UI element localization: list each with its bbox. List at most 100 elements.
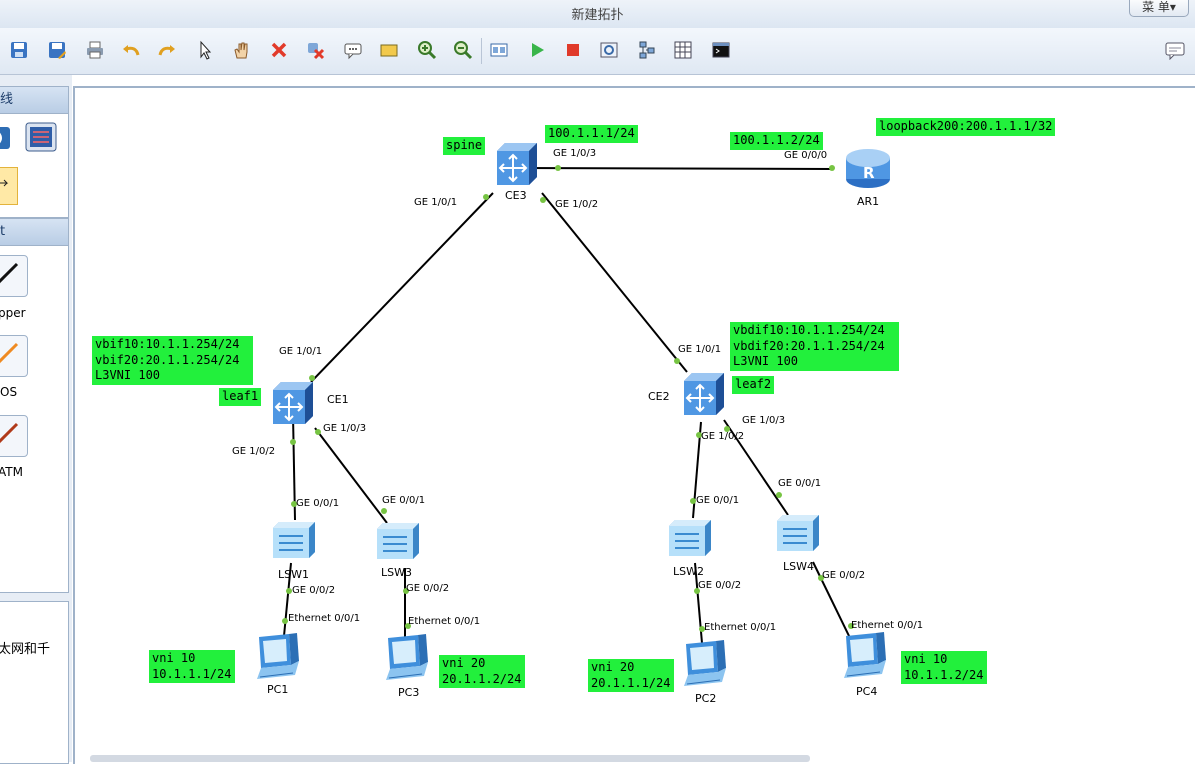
port-label: GE 1/0/1 [414,197,458,208]
pc2-name: PC2 [695,692,717,705]
topology-canvas[interactable]: R CE3 AR1 CE1 CE2 LSW1 LSW3 LSW2 LSW4 PC… [73,86,1195,764]
lsw3-switch-icon[interactable] [375,521,421,567]
zoom-in-icon[interactable] [416,39,438,61]
pc1-icon[interactable] [255,633,305,687]
text-icon[interactable] [342,39,364,61]
grid-icon[interactable] [672,39,694,61]
ce2-name: CE2 [648,390,670,403]
port-label: Ethernet 0/0/1 [851,620,924,631]
zoom-out-icon[interactable] [452,39,474,61]
device-panel: 线 [0,86,69,218]
ce3-name: CE3 [505,189,527,202]
description-panel: 太网和千 [0,601,69,764]
port-label: GE 1/0/2 [701,431,745,442]
capture-icon[interactable] [598,39,620,61]
menu-button[interactable]: 菜 单▾ [1129,0,1189,17]
device-sidebar: 线 t pper OS ATM 太网和千 [0,75,72,764]
port-label: Ethernet 0/0/1 [408,616,481,627]
cable-panel: t pper OS ATM [0,218,69,593]
port-dot [555,165,561,171]
cable-panel-header: t [0,219,68,246]
select-icon[interactable] [194,39,216,61]
port-label: GE 0/0/1 [382,495,426,506]
port-label: GE 0/0/1 [696,495,740,506]
port-dot [483,194,489,200]
port-label: GE 0/0/2 [406,583,450,594]
link-ce3-ce2[interactable] [541,192,688,373]
save-as-icon[interactable] [46,39,68,61]
layout-icon[interactable] [636,39,658,61]
lsw4-name: LSW4 [783,560,814,573]
horizontal-scrollbar[interactable] [90,755,810,762]
atm-cable-label: ATM [0,465,23,479]
lsw2-switch-icon[interactable] [667,518,713,564]
pc4-name: PC4 [856,685,878,698]
port-label: GE 1/0/2 [232,446,276,457]
port-label: Ethernet 0/0/1 [288,613,361,624]
port-label: GE 0/0/2 [822,570,866,581]
device-panel-header: 线 [0,87,68,114]
lsw1-name: LSW1 [278,568,309,581]
start-icon[interactable] [526,39,548,61]
device-category-server-icon[interactable] [24,120,60,158]
device-category-wireless-icon[interactable] [0,123,14,157]
pan-icon[interactable] [230,39,252,61]
lsw4-switch-icon[interactable] [775,513,821,559]
ce3-switch-icon[interactable] [493,141,539,191]
title-bar: 新建拓扑 菜 单▾ [0,0,1195,28]
pc1-vni-label[interactable]: vni 10 10.1.1.1/24 [149,650,235,683]
leaf1-label[interactable]: leaf1 [219,388,262,406]
ar1-name: AR1 [857,195,880,208]
delete-icon[interactable] [268,39,290,61]
pc3-vni-label[interactable]: vni 20 20.1.1.2/24 [439,655,525,688]
pc4-vni-label[interactable]: vni 10 10.1.1.2/24 [901,651,987,684]
cli-icon[interactable] [710,39,732,61]
port-dot [540,197,546,203]
ce1-switch-icon[interactable] [269,380,315,430]
redo-icon[interactable] [156,39,178,61]
pc2-vni-label[interactable]: vni 20 20.1.1.1/24 [588,659,674,692]
device-panel-title: 线 [0,92,14,107]
lsw1-switch-icon[interactable] [271,520,317,566]
link-ce3-ce1[interactable] [310,192,494,383]
port-label: GE 0/0/2 [698,580,742,591]
port-label: GE 1/0/3 [742,415,786,426]
leaf1-config-label[interactable]: vbif10:10.1.1.254/24 vbif20:20.1.1.254/2… [92,336,253,385]
pos-cable-icon[interactable] [0,335,28,377]
ce3-ip-label[interactable]: 100.1.1.1/24 [545,125,638,143]
pos-cable-label: OS [0,385,18,399]
link-ce3-ar1[interactable] [515,167,835,170]
leaf2-label[interactable]: leaf2 [732,376,775,394]
stop-icon[interactable] [562,39,584,61]
print-icon[interactable] [84,39,106,61]
chat-icon[interactable] [1164,39,1186,61]
copper-cable-icon[interactable] [0,255,28,297]
port-dot [381,508,387,514]
port-label: GE 0/0/2 [292,585,336,596]
device-category-selected[interactable] [0,167,18,205]
topology-icon[interactable] [488,39,510,61]
delete-link-icon[interactable] [304,39,326,61]
spine-label[interactable]: spine [443,137,486,155]
cable-panel-title: t [0,224,6,239]
pc2-icon[interactable] [682,640,732,694]
port-label: GE 0/0/1 [296,498,340,509]
ar1-ip-label[interactable]: 100.1.1.2/24 [730,132,823,150]
ar1-router-icon[interactable]: R [843,144,893,194]
port-label: GE 1/0/3 [323,423,367,434]
port-label: Ethernet 0/0/1 [704,622,777,633]
save-icon[interactable] [8,39,30,61]
pc3-icon[interactable] [384,634,434,688]
port-label: GE 1/0/1 [279,346,323,357]
port-dot [315,429,321,435]
port-dot [674,358,680,364]
atm-cable-icon[interactable] [0,415,28,457]
rectangle-icon[interactable] [378,39,400,61]
loopback-label[interactable]: loopback200:200.1.1.1/32 [876,118,1056,136]
leaf2-config-label[interactable]: vbdif10:10.1.1.254/24 vbdif20:20.1.1.254… [730,322,899,371]
ce1-name: CE1 [327,393,349,406]
svg-text:R: R [863,164,875,182]
pc4-icon[interactable] [842,632,892,686]
undo-icon[interactable] [120,39,142,61]
ce2-switch-icon[interactable] [680,371,726,421]
